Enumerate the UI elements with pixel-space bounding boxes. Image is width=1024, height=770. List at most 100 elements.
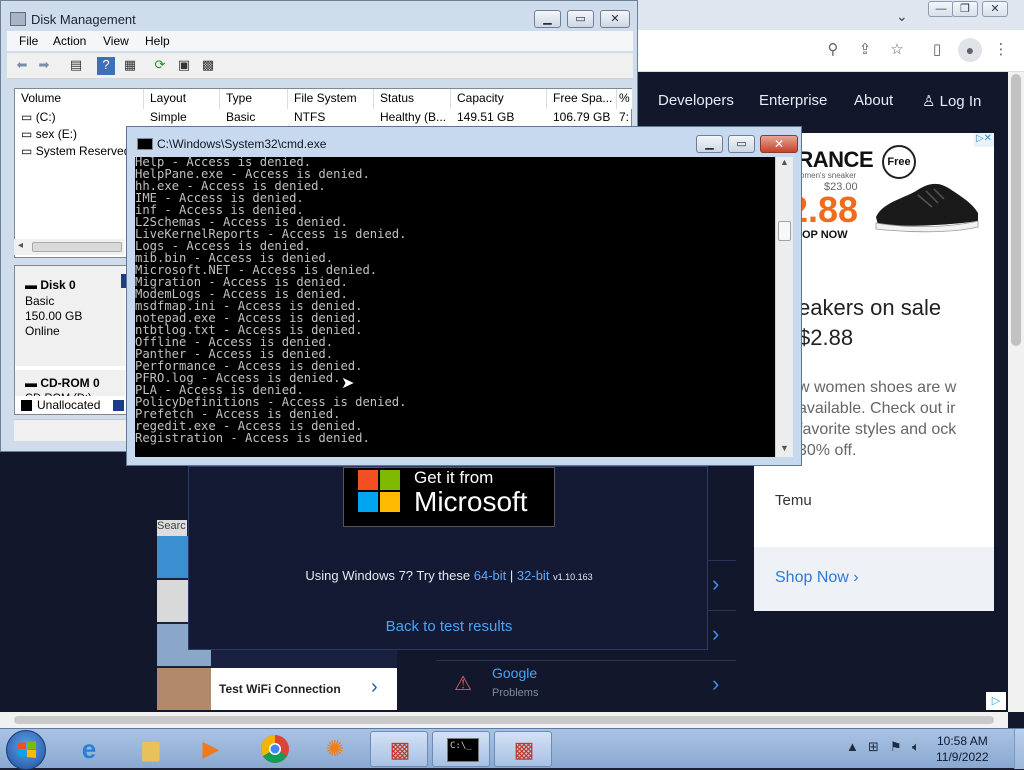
forward-arrow-icon[interactable]: ➡	[35, 57, 53, 75]
column-header-free-space[interactable]: Free Spa...	[547, 89, 617, 109]
maximize-button[interactable]: ▭	[567, 10, 594, 28]
nav-about[interactable]: About	[854, 92, 893, 109]
minimize-button[interactable]: ▁	[696, 135, 723, 153]
browser-restore-button[interactable]: ❐	[952, 1, 978, 17]
filesystem-cell: NTFS	[294, 110, 326, 124]
properties-icon[interactable]: ▦	[121, 57, 139, 75]
table-row[interactable]: ▭ (C:) Simple Basic NTFS Healthy (B... 1…	[15, 109, 633, 126]
minimize-button[interactable]: ▁	[534, 10, 561, 28]
volume-name: sex (E:)	[35, 127, 78, 141]
console-output[interactable]: Help - Access is denied. HelpPane.exe - A…	[135, 157, 775, 457]
taskbar-internet-explorer[interactable]: e	[60, 731, 118, 767]
show-desktop-button[interactable]	[1014, 729, 1024, 769]
scroll-left-icon[interactable]: ◂	[18, 240, 23, 251]
windows7-note: Using Windows 7? Try these 64-bit | 32-b…	[189, 568, 709, 583]
browser-vertical-scrollbar[interactable]	[1008, 72, 1024, 712]
rescan-icon[interactable]: ▣	[175, 57, 193, 75]
chrome-menu-icon[interactable]: ⋮	[990, 40, 1012, 58]
start-button[interactable]	[6, 730, 46, 770]
menu-view[interactable]: View	[103, 34, 129, 48]
menu-action[interactable]: Action	[53, 34, 86, 48]
cdrom-icon: ▬	[25, 376, 37, 390]
cdrom-name: ▬ CD-ROM 0	[25, 376, 100, 390]
percent-cell: 7:	[619, 110, 630, 124]
legend-unallocated: Unallocated	[37, 398, 101, 412]
cmd-taskbar-icon: C:\_	[447, 738, 479, 762]
warning-icon: ⚠	[454, 673, 472, 695]
ad-info-icon[interactable]: ▷	[986, 692, 1006, 710]
column-header-type[interactable]: Type	[220, 89, 288, 109]
column-header-volume[interactable]: Volume	[15, 89, 144, 109]
menu-help[interactable]: Help	[145, 34, 170, 48]
side-panel-icon[interactable]: ▯	[926, 40, 948, 58]
user-icon: ♙	[922, 93, 936, 110]
download-64bit-link[interactable]: 64-bit	[474, 568, 507, 583]
drive-icon: ▭	[21, 144, 33, 158]
menu-file[interactable]: File	[19, 34, 38, 48]
network-icon[interactable]: ⊞	[868, 739, 879, 755]
table-horizontal-scrollbar[interactable]: ◂	[14, 239, 124, 255]
column-header-layout[interactable]: Layout	[144, 89, 220, 109]
column-header-percent[interactable]: %	[617, 89, 633, 109]
show-hidden-icons[interactable]: ▲	[846, 739, 859, 754]
zoom-icon[interactable]: ⚲	[822, 40, 844, 58]
nav-enterprise[interactable]: Enterprise	[759, 92, 827, 109]
chrome-icon	[261, 735, 289, 763]
window-title: Disk Management	[31, 12, 136, 27]
tab-search-chevron-icon[interactable]: ⌄	[896, 8, 908, 25]
settings-icon[interactable]: ▩	[199, 57, 217, 75]
scroll-down-icon[interactable]: ▼	[780, 443, 789, 453]
disk0-label-panel[interactable]: ▬ Disk 0 Basic 150.00 GB Online	[15, 266, 125, 366]
column-header-status[interactable]: Status	[374, 89, 451, 109]
ad-shop-now-link[interactable]: Shop Now ›	[775, 569, 859, 587]
scrollbar-thumb[interactable]	[1011, 74, 1021, 346]
taskbar-disk-management[interactable]: ▩	[494, 731, 552, 767]
scrollbar-thumb[interactable]	[778, 221, 791, 241]
profile-avatar-icon[interactable]: ●	[958, 38, 982, 62]
version-label: v1.10.163	[553, 572, 593, 582]
microsoft-store-badge[interactable]: Get it from Microsoft	[343, 467, 555, 527]
list-item-google-problems[interactable]: ⚠ Google Problems ›	[436, 660, 736, 708]
back-to-results-link[interactable]: Back to test results	[189, 618, 709, 635]
console-vertical-scrollbar[interactable]: ▲ ▼	[775, 157, 793, 457]
list-item-test-wifi[interactable]: Test WiFi Connection ›	[157, 668, 397, 710]
clock-time[interactable]: 10:58 AM	[937, 734, 988, 748]
close-button[interactable]: ✕	[760, 135, 798, 153]
clock-date[interactable]: 11/9/2022	[936, 750, 989, 764]
chevron-right-icon: ›	[712, 671, 720, 696]
action-center-flag-icon[interactable]: ⚑	[890, 739, 902, 755]
bookmark-star-icon[interactable]: ☆	[886, 40, 908, 58]
ad-choices-icon[interactable]: ▷✕	[974, 133, 994, 147]
maximize-button[interactable]: ▭	[728, 135, 755, 153]
browser-minimize-button[interactable]: —	[928, 1, 954, 17]
taskbar-media-player[interactable]: ▶	[182, 731, 240, 767]
taskbar-explorer[interactable]: ▆	[122, 731, 180, 767]
scroll-up-icon[interactable]: ▲	[780, 157, 789, 167]
browser-horizontal-scrollbar[interactable]	[0, 712, 1008, 728]
share-icon[interactable]: ⇪	[854, 40, 876, 58]
close-button[interactable]: ✕	[600, 10, 630, 28]
volume-icon[interactable]: 🔈︎	[912, 739, 920, 755]
browser-close-button[interactable]: ✕	[982, 1, 1008, 17]
ad-footer[interactable]: Shop Now ›	[754, 547, 994, 611]
nav-login[interactable]: ♙ Log In	[922, 92, 981, 110]
disk0-size: 150.00 GB	[25, 309, 83, 323]
scrollbar-thumb[interactable]	[32, 242, 122, 252]
windows7-note-text: Using Windows 7? Try these	[305, 568, 471, 583]
volume-name: (C:)	[35, 110, 56, 124]
taskbar-chrome[interactable]	[246, 731, 304, 767]
console-line: Registration - Access is denied.	[135, 431, 370, 445]
refresh-icon[interactable]: ⟳	[151, 57, 169, 75]
taskbar-cmd[interactable]: C:\_	[432, 731, 490, 767]
scrollbar-thumb[interactable]	[14, 716, 994, 724]
taskbar-avast[interactable]: ✺	[306, 731, 364, 767]
back-arrow-icon[interactable]: ⬅	[13, 57, 31, 75]
download-32bit-link[interactable]: 32-bit	[517, 568, 550, 583]
column-header-capacity[interactable]: Capacity	[451, 89, 547, 109]
nav-developers[interactable]: Developers	[658, 92, 734, 109]
console-tree-icon[interactable]: ▤	[67, 57, 85, 75]
help-icon[interactable]: ?	[97, 57, 115, 75]
taskbar-computer-management[interactable]: ▩	[370, 731, 428, 767]
system-tray: ▲ ⊞ ⚑ 🔈︎ 10:58 AM 11/9/2022	[842, 729, 1024, 769]
column-header-filesystem[interactable]: File System	[288, 89, 374, 109]
